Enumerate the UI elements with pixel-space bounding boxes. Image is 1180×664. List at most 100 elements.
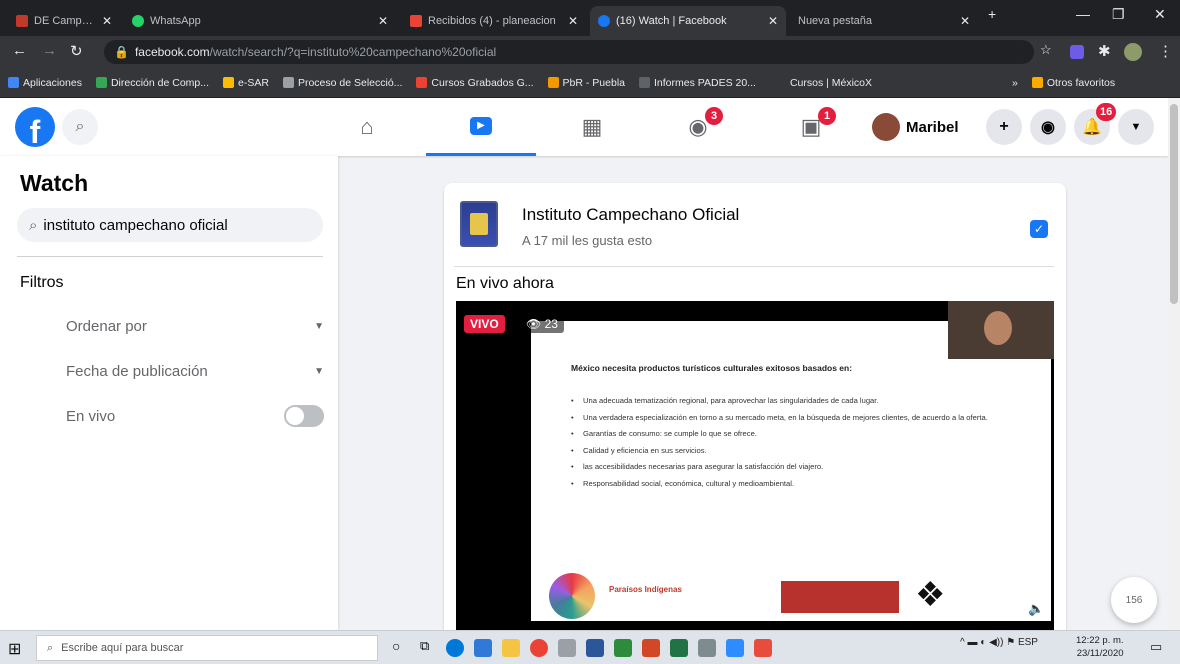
volume-icon[interactable]: 🔈: [1028, 601, 1044, 617]
checkbox-checked-icon[interactable]: ✓: [1030, 220, 1048, 238]
groups-icon[interactable]: ◉ 3: [643, 98, 753, 156]
bookmark-item[interactable]: PbR - Puebla: [547, 77, 625, 89]
speaker-webcam-thumbnail: [948, 301, 1054, 359]
task-view-icon[interactable]: ⧉: [420, 638, 429, 654]
bookmark-item[interactable]: Aplicaciones: [8, 77, 82, 89]
app-icon[interactable]: [558, 639, 576, 657]
eye-icon: 👁: [526, 317, 545, 331]
logo-letter: f: [29, 114, 41, 147]
extensions-puzzle-icon[interactable]: ✱: [1098, 42, 1111, 60]
action-center-icon[interactable]: ▭: [1150, 639, 1162, 655]
lock-icon: 🔒: [114, 45, 129, 59]
messenger-icon[interactable]: ◉: [1030, 109, 1066, 145]
scrollbar-thumb[interactable]: [1170, 104, 1178, 304]
bookmark-favicon-icon: [95, 77, 107, 88]
watch-sidebar: Watch ⌕ instituto campechano oficial Fil…: [0, 156, 338, 630]
close-icon[interactable]: ✕: [102, 14, 112, 28]
caret-down-icon: ▼: [314, 320, 324, 332]
bookmark-favicon-icon: [547, 77, 559, 88]
browser-tab[interactable]: WhatsApp ✕: [124, 6, 396, 36]
windows-start-icon[interactable]: ⊞: [8, 639, 21, 659]
restore-icon[interactable]: ❐: [1112, 6, 1125, 23]
close-icon[interactable]: ✕: [768, 14, 778, 28]
gaming-badge: 1: [818, 107, 836, 125]
viewer-count-value: 23: [544, 317, 558, 331]
search-icon[interactable]: ⌕: [62, 109, 98, 145]
slide-title: México necesita productos turísticos cul…: [571, 363, 853, 373]
page-name-link[interactable]: Instituto Campechano Oficial: [522, 205, 739, 225]
whatsapp-icon: [132, 15, 144, 27]
contacts-fab-button[interactable]: 156: [1111, 577, 1157, 623]
more-bookmarks-icon[interactable]: »: [1012, 77, 1018, 89]
other-bookmarks-folder[interactable]: Otros favoritos: [1031, 77, 1115, 89]
live-toggle[interactable]: [284, 405, 324, 427]
clock[interactable]: 12:22 p. m. 23/11/2020: [1076, 634, 1124, 660]
browser-tab[interactable]: DE Campeche | Programa ✕: [8, 6, 120, 36]
close-icon[interactable]: ✕: [568, 14, 578, 28]
filters-heading: Filtros: [20, 274, 64, 291]
create-plus-icon[interactable]: +: [986, 109, 1022, 145]
slide-bullet: Una adecuada tematización regional, para…: [571, 395, 1011, 407]
minimize-icon[interactable]: —: [1076, 6, 1090, 22]
acrobat-icon[interactable]: [754, 639, 772, 657]
search-input[interactable]: ⌕ instituto campechano oficial: [17, 208, 323, 242]
taskbar-search-placeholder: Escribe aquí para buscar: [61, 642, 184, 654]
tray-icons: ^ ▬ ◐ ◀)) ⚑: [960, 637, 1018, 648]
bookmark-item[interactable]: Informes PADES 20...: [639, 77, 756, 89]
folder-icon: [1031, 77, 1043, 88]
marketplace-icon[interactable]: ▦: [537, 98, 647, 156]
account-menu-chevron-down-icon[interactable]: ▼: [1118, 109, 1154, 145]
live-video-player[interactable]: México necesita productos turísticos cul…: [456, 301, 1054, 643]
app-icon[interactable]: [614, 639, 632, 657]
back-icon[interactable]: ←: [12, 42, 27, 59]
bookmark-label: Cursos | MéxicoX: [789, 76, 873, 89]
window-close-icon[interactable]: ✕: [1154, 6, 1166, 23]
word-icon[interactable]: [586, 639, 604, 657]
cortana-icon[interactable]: ○: [392, 638, 400, 654]
filter-date-dropdown[interactable]: Fecha de publicación ▼: [66, 357, 324, 385]
bookmark-item[interactable]: Dirección de Comp...: [95, 77, 209, 89]
new-tab-button[interactable]: +: [988, 6, 996, 22]
filter-sort-by-dropdown[interactable]: Ordenar por ▼: [66, 312, 324, 340]
url-path: /watch/search/?q=instituto%20campechano%…: [209, 45, 497, 59]
bookmark-item[interactable]: Cursos | MéxicoX: [790, 77, 872, 89]
zoom-app-icon[interactable]: [726, 639, 744, 657]
bookmark-item[interactable]: Proceso de Selecció...: [282, 77, 402, 89]
close-icon[interactable]: ✕: [960, 14, 970, 28]
page-avatar[interactable]: [460, 201, 498, 247]
profile-avatar-icon[interactable]: [1124, 43, 1142, 61]
watch-tab-icon[interactable]: ▶: [426, 98, 536, 156]
language-indicator[interactable]: ESP: [1018, 637, 1038, 648]
profile-link[interactable]: Maribel: [872, 110, 959, 144]
browser-tab[interactable]: Recibidos (4) - planeacion ✕: [402, 6, 586, 36]
filter-label: En vivo: [66, 407, 116, 425]
reload-icon[interactable]: ↻: [70, 42, 83, 60]
bookmark-favicon-icon: [223, 77, 234, 88]
edge-icon[interactable]: [446, 639, 464, 657]
notifications-bell-icon[interactable]: 🔔 16: [1074, 103, 1117, 145]
taskbar-search-input[interactable]: ⌕ Escribe aquí para buscar: [36, 635, 378, 661]
browser-tab[interactable]: Nueva pestaña ✕: [790, 6, 978, 36]
app-icon[interactable]: [474, 639, 492, 657]
bookmark-item[interactable]: e-SAR: [223, 77, 269, 89]
extension-icon[interactable]: [1070, 45, 1084, 59]
browser-tab-active[interactable]: (16) Watch | Facebook ✕: [590, 6, 786, 36]
excel-icon[interactable]: [670, 639, 688, 657]
facebook-logo[interactable]: f: [15, 107, 55, 147]
system-tray[interactable]: ^ ▬ ◐ ◀)) ⚑ ESP: [960, 637, 1038, 648]
gaming-icon[interactable]: ▣ 1: [756, 98, 866, 156]
powerpoint-icon[interactable]: [642, 639, 660, 657]
close-icon[interactable]: ✕: [378, 14, 388, 28]
file-explorer-icon[interactable]: [502, 639, 520, 657]
more-menu-icon[interactable]: ⋮: [1158, 42, 1173, 60]
address-bar[interactable]: 🔒 facebook.com/watch/search/?q=instituto…: [104, 40, 1034, 64]
tab-label: Nueva pestaña: [798, 15, 872, 27]
forward-icon[interactable]: →: [42, 42, 57, 59]
page-likes: A 17 mil les gusta esto: [522, 233, 653, 248]
bookmark-star-icon[interactable]: ☆: [1040, 42, 1052, 58]
app-icon[interactable]: [698, 639, 716, 657]
bookmark-item[interactable]: Cursos Grabados G...: [416, 77, 534, 89]
chrome-icon[interactable]: [530, 639, 548, 657]
home-icon[interactable]: ⌂: [312, 98, 422, 156]
gear-icon[interactable]: ⚙: [946, 601, 958, 617]
